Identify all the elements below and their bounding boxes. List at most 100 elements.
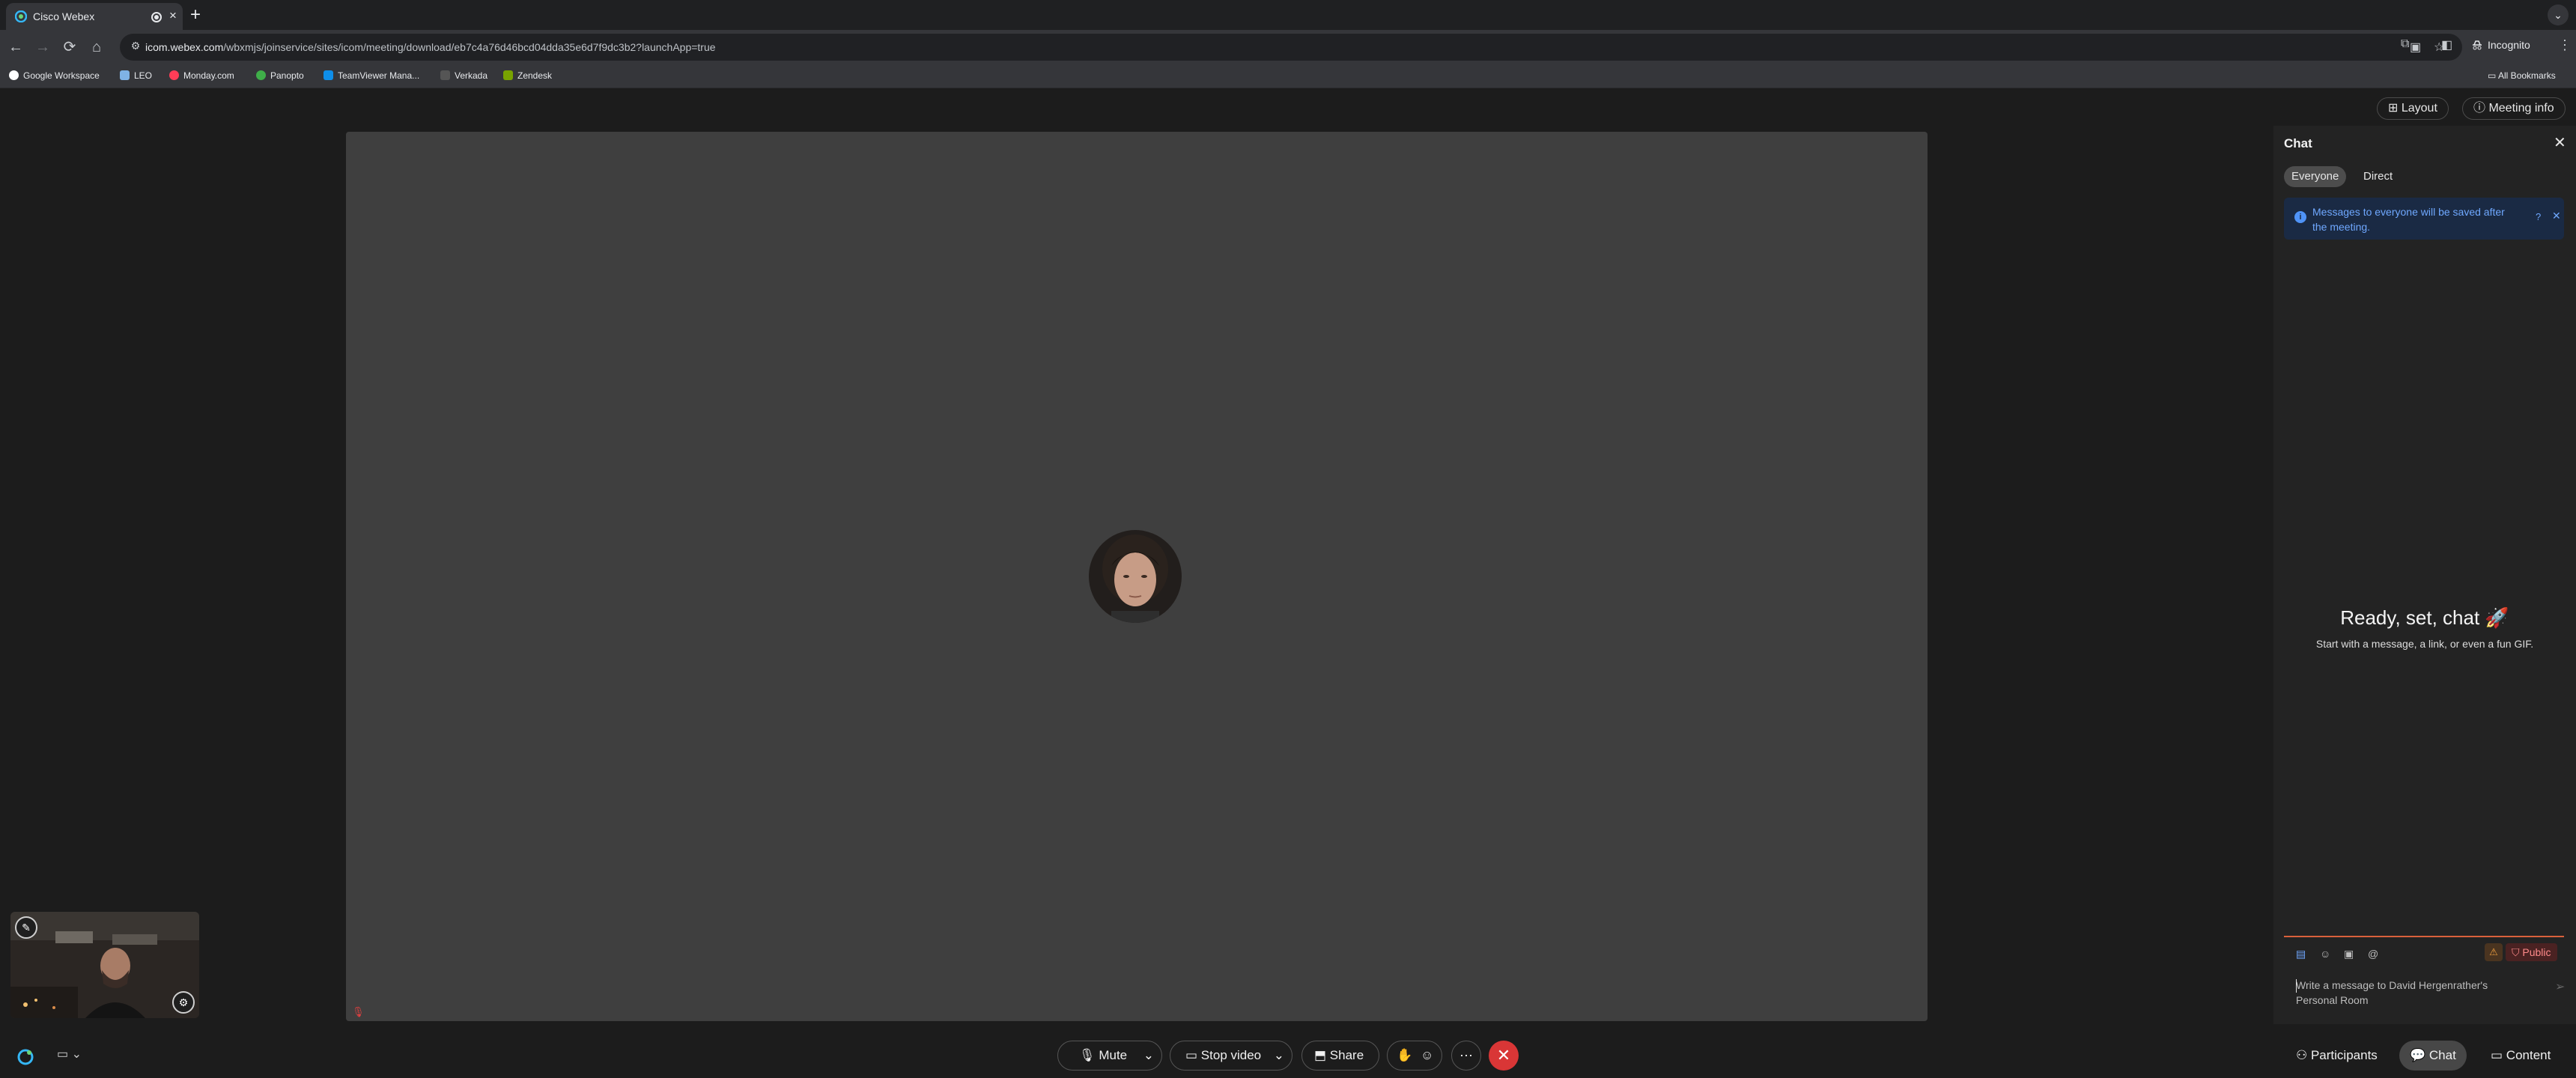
participant-face-image xyxy=(1089,530,1182,623)
send-icon[interactable]: ➢ xyxy=(2555,979,2565,994)
info-icon: i xyxy=(2294,211,2306,223)
share-label: Share xyxy=(1329,1048,1364,1062)
chat-button[interactable]: 💬 Chat xyxy=(2399,1041,2467,1071)
bookmark-teamviewer[interactable]: TeamViewer Mana... xyxy=(323,70,419,81)
all-bookmarks-label: All Bookmarks xyxy=(2498,70,2556,81)
stop-video-label: Stop video xyxy=(1200,1048,1262,1062)
zendesk-icon xyxy=(503,70,513,80)
tab-direct[interactable]: Direct xyxy=(2356,166,2400,187)
bookmark-monday[interactable]: Monday.com xyxy=(169,70,234,81)
bookmark-label: Verkada xyxy=(455,70,488,81)
microphone-icon: 🎙 xyxy=(1079,1048,1096,1062)
mute-label: Mute xyxy=(1099,1048,1128,1062)
bookmark-label: TeamViewer Mana... xyxy=(338,70,420,81)
side-panel-icon[interactable]: ◧ xyxy=(2441,37,2452,52)
webex-logo-icon[interactable] xyxy=(16,1048,34,1066)
share-button[interactable]: ⬒ Share xyxy=(1301,1041,1379,1071)
ellipsis-icon: ⋯ xyxy=(1459,1048,1473,1063)
shield-icon: ⛉ xyxy=(2512,946,2523,958)
emoji-reaction-icon[interactable]: ☺ xyxy=(1421,1041,1433,1070)
reactions-group: ✋ ☺ xyxy=(1387,1041,1442,1071)
more-options-button[interactable]: ⋯ xyxy=(1451,1041,1481,1071)
text-cursor xyxy=(2296,979,2297,993)
participants-button[interactable]: ⚇ Participants xyxy=(2285,1041,2388,1071)
forward-arrow-icon[interactable]: → xyxy=(33,37,52,57)
back-arrow-icon[interactable]: ← xyxy=(6,37,25,57)
chat-message-input[interactable]: Write a message to David Hergenrather's … xyxy=(2296,978,2521,1008)
close-x-icon: ✕ xyxy=(1496,1046,1511,1065)
dismiss-banner-icon[interactable]: ✕ xyxy=(2552,210,2561,222)
folder-icon: ▭ xyxy=(2488,70,2499,81)
incognito-label: Incognito xyxy=(2488,39,2530,51)
chat-label: Chat xyxy=(2428,1048,2456,1062)
bookmark-panopto[interactable]: Panopto xyxy=(256,70,304,81)
bookmark-label: Monday.com xyxy=(183,70,234,81)
public-badge[interactable]: ⛉ Public xyxy=(2506,943,2557,961)
share-screen-icon: ⬒ xyxy=(1314,1048,1327,1062)
bookmark-leo[interactable]: LEO xyxy=(120,70,152,81)
mute-button[interactable]: 🎙 Mute ⌄ xyxy=(1057,1041,1162,1071)
meeting-info-label: Meeting info xyxy=(2488,102,2554,115)
address-bar[interactable]: ⚙ icom.webex.com/wbxmjs/joinservice/site… xyxy=(120,34,2462,61)
tab-close-icon[interactable]: × xyxy=(169,8,177,23)
browser-toolbar: ← → ⟳ ⌂ ⚙ icom.webex.com/wbxmjs/joinserv… xyxy=(0,30,2576,64)
panopto-icon xyxy=(256,70,266,80)
chat-bubble-icon: 💬 xyxy=(2410,1048,2429,1062)
stop-video-button[interactable]: ▭ Stop video ⌄ xyxy=(1170,1041,1292,1071)
main-video-stage: 🎙 xyxy=(346,132,1928,1021)
google-icon xyxy=(9,70,19,80)
tab-everyone[interactable]: Everyone xyxy=(2284,166,2347,187)
teamviewer-icon xyxy=(323,70,333,80)
bookmark-label: Panopto xyxy=(270,70,304,81)
bookmark-label: Zendesk xyxy=(517,70,553,81)
chat-empty-title: Ready, set, chat 🚀 xyxy=(2340,606,2509,629)
bookmark-zendesk[interactable]: Zendesk xyxy=(503,70,552,81)
chat-info-banner: i Messages to everyone will be saved aft… xyxy=(2284,198,2564,240)
emoji-icon[interactable]: ☺ xyxy=(2320,948,2330,960)
tab-search-chevron-icon[interactable]: ⌄ xyxy=(2548,4,2569,25)
new-tab-button[interactable]: + xyxy=(190,4,201,25)
text-format-icon[interactable]: ▤ xyxy=(2296,948,2306,960)
camera-permission-icon[interactable]: ▣ xyxy=(2410,40,2421,55)
meeting-info-button[interactable]: ⓘ Meeting info xyxy=(2462,97,2566,120)
bookmark-verkada[interactable]: Verkada xyxy=(440,70,487,81)
self-view-image xyxy=(10,912,199,1018)
participants-label: Participants xyxy=(2310,1048,2378,1062)
warning-icon[interactable]: ⚠ xyxy=(2485,943,2503,961)
bookmark-label: LEO xyxy=(134,70,153,81)
browser-tab-active[interactable]: Cisco Webex × xyxy=(6,3,183,30)
leave-meeting-button[interactable]: ✕ xyxy=(1489,1041,1519,1071)
layout-label: Layout xyxy=(2401,102,2437,115)
mention-icon[interactable]: @ xyxy=(2368,948,2378,960)
content-button[interactable]: ▭ Content xyxy=(2480,1041,2561,1071)
participant-avatar[interactable] xyxy=(1089,530,1182,623)
info-shield-icon: ⓘ xyxy=(2473,102,2489,115)
bookmark-google-workspace[interactable]: Google Workspace xyxy=(9,70,100,81)
close-chat-icon[interactable]: ✕ xyxy=(2554,133,2566,152)
self-view-settings-icon[interactable]: ⚙ xyxy=(172,991,195,1014)
all-bookmarks-button[interactable]: ▭ All Bookmarks xyxy=(2488,70,2556,81)
layout-button[interactable]: ⊞ Layout xyxy=(2377,97,2449,120)
chat-empty-subtitle: Start with a message, a link, or even a … xyxy=(2315,638,2534,650)
content-label: Content xyxy=(2506,1048,2551,1062)
site-info-icon[interactable]: ⚙ xyxy=(127,40,144,55)
public-label: Public xyxy=(2522,946,2551,958)
pin-self-view-icon[interactable]: ✎ xyxy=(15,916,37,939)
tab-title: Cisco Webex xyxy=(33,10,95,22)
webex-favicon-icon xyxy=(15,10,27,22)
browser-menu-icon[interactable]: ⋮ xyxy=(2558,37,2572,53)
leo-icon xyxy=(120,70,130,80)
url-text[interactable]: icom.webex.com/wbxmjs/joinservice/sites/… xyxy=(145,41,716,53)
video-options-chevron-icon[interactable]: ⌄ xyxy=(1274,1041,1284,1070)
captions-button[interactable]: ▭ ⌄ xyxy=(57,1047,82,1062)
extensions-puzzle-icon[interactable]: ⧉ xyxy=(2401,37,2409,51)
participant-mic-indicator-icon: 🎙 xyxy=(352,1006,365,1017)
reload-icon[interactable]: ⟳ xyxy=(60,37,79,57)
self-view-video[interactable]: ✎ ⚙ xyxy=(10,912,199,1018)
mute-options-chevron-icon[interactable]: ⌄ xyxy=(1143,1041,1154,1070)
raise-hand-icon[interactable]: ✋ xyxy=(1397,1041,1412,1070)
gif-icon[interactable]: ▣ xyxy=(2344,948,2354,960)
incognito-indicator[interactable]: Incognito xyxy=(2471,39,2530,51)
help-icon[interactable]: ? xyxy=(2536,211,2541,222)
home-icon[interactable]: ⌂ xyxy=(87,37,106,57)
